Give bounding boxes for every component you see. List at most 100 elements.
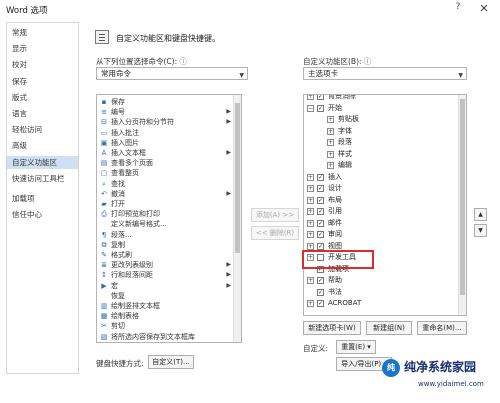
- expand-icon[interactable]: +: [307, 95, 314, 100]
- tree-item[interactable]: − ✓ 开始: [304, 103, 458, 114]
- list-item[interactable]: ↶ 撤消 ▶: [97, 189, 233, 199]
- tree-item[interactable]: + ✓ 设计: [304, 183, 458, 194]
- list-item[interactable]: ⊟ 插入分页符和分节符 ▶: [97, 117, 233, 127]
- choose-commands-dropdown[interactable]: 常用命令 ▼: [96, 67, 248, 80]
- list-item[interactable]: ≣ 更改列表级别 ▶: [97, 260, 233, 270]
- ribbon-tabs-dropdown[interactable]: 主选项卡 ▼: [303, 67, 467, 80]
- expand-icon[interactable]: +: [307, 300, 314, 307]
- remove-button[interactable]: << 删除(R): [251, 226, 299, 240]
- list-item[interactable]: ▭ 插入批注: [97, 128, 233, 138]
- sidebar-item[interactable]: 轻松访问: [7, 123, 78, 136]
- expand-icon[interactable]: +: [307, 219, 314, 227]
- tab-checkbox[interactable]: ✓: [317, 208, 324, 215]
- commands-scrollbar[interactable]: [233, 95, 241, 342]
- expand-icon[interactable]: +: [307, 196, 314, 204]
- expand-icon[interactable]: +: [307, 208, 314, 215]
- sidebar-item[interactable]: 自定义功能区: [7, 155, 78, 169]
- list-item[interactable]: ▧ 将所选内容保存到文本框库: [97, 332, 233, 342]
- list-item[interactable]: 定义新编号格式...: [97, 219, 233, 229]
- ribbon-tree[interactable]: + ✓ 背景消除 − ✓ 开始 + 剪贴板 + 字体 + 段落 + 样式 + 编辑 + ✓ 插入 + ✓ 设计 + ✓ 布局 + ✓…: [303, 94, 467, 316]
- list-item[interactable]: ↕ 行和段落间距 ▶: [97, 270, 233, 280]
- tree-item[interactable]: + 段落: [304, 137, 458, 148]
- tree-item[interactable]: + 字体: [304, 126, 458, 137]
- tab-checkbox[interactable]: ✓: [317, 231, 324, 238]
- new-tab-button[interactable]: 新建选项卡(W): [303, 321, 361, 335]
- expand-icon[interactable]: +: [307, 231, 314, 238]
- expand-icon[interactable]: +: [307, 242, 314, 250]
- list-item[interactable]: ¶ 段落...: [97, 230, 233, 240]
- tree-item[interactable]: + 样式: [304, 149, 458, 160]
- tab-checkbox[interactable]: ✓: [317, 185, 324, 192]
- tree-item[interactable]: + ✓ 邮件: [304, 218, 458, 229]
- expand-icon[interactable]: +: [327, 127, 334, 135]
- sidebar-item[interactable]: 高级: [7, 139, 78, 152]
- list-item[interactable]: ▦ 绘制表格: [97, 311, 233, 321]
- sidebar-item[interactable]: 语言: [7, 107, 78, 120]
- tab-checkbox[interactable]: ✓: [317, 196, 324, 204]
- sidebar-item[interactable]: 版式: [7, 91, 78, 104]
- customize-shortcuts-button[interactable]: 自定义(T)...: [148, 355, 194, 369]
- tab-checkbox[interactable]: ✓: [317, 95, 324, 100]
- tree-item[interactable]: + ✓ 布局: [304, 195, 458, 206]
- expand-icon[interactable]: +: [307, 277, 314, 284]
- tree-item[interactable]: + ✓ 引用: [304, 206, 458, 217]
- list-item[interactable]: ⌕ 查找: [97, 179, 233, 189]
- list-item[interactable]: A 插入文本框 ▶: [97, 148, 233, 158]
- list-item[interactable]: ▢ 查看整页: [97, 168, 233, 178]
- scrollbar-thumb[interactable]: [460, 99, 465, 295]
- commands-list[interactable]: ▪ 保存 ≡ 编号 ▶ ⊟ 插入分页符和分节符 ▶ ▭ 插入批注 ▣ 插入图片 A 插入文本框 ▶ ▤ 查看多个…: [96, 94, 242, 343]
- ribbon-tree-scrollbar[interactable]: [458, 95, 466, 315]
- reset-button[interactable]: 重置(E) ▾: [336, 340, 376, 354]
- help-icon[interactable]: ?: [448, 2, 468, 18]
- add-button[interactable]: 添加(A) >>: [251, 208, 299, 222]
- tab-checkbox[interactable]: ✓: [317, 173, 324, 181]
- collapse-icon[interactable]: −: [307, 104, 314, 112]
- list-item[interactable]: ▰ 打开: [97, 199, 233, 209]
- sidebar-item[interactable]: 显示: [7, 42, 78, 55]
- list-item[interactable]: ⧉ 复制: [97, 240, 233, 250]
- list-item[interactable]: ⎙ 打印预览和打印: [97, 209, 233, 219]
- sidebar-item[interactable]: 加载项: [7, 192, 78, 205]
- expand-icon[interactable]: +: [327, 116, 334, 123]
- tree-item[interactable]: + ✓ 背景消除: [304, 95, 458, 102]
- tree-item[interactable]: + ✓ 帮助: [304, 275, 458, 286]
- tab-checkbox[interactable]: ✓: [317, 219, 324, 227]
- move-up-button[interactable]: ▲: [474, 208, 487, 221]
- expand-icon[interactable]: +: [307, 185, 314, 192]
- scrollbar-thumb[interactable]: [235, 103, 240, 253]
- new-group-button[interactable]: 新建组(N): [366, 321, 412, 335]
- sidebar-item[interactable]: 校对: [7, 58, 78, 71]
- tree-item[interactable]: + ✓ ACROBAT: [304, 298, 458, 309]
- sidebar-item[interactable]: 信任中心: [7, 208, 78, 221]
- tree-item[interactable]: ✓ 书法: [304, 287, 458, 298]
- list-item[interactable]: ▶ 宏 ▶: [97, 281, 233, 291]
- expand-icon[interactable]: +: [327, 139, 334, 146]
- sidebar-item[interactable]: 快速访问工具栏: [7, 172, 78, 185]
- expand-icon[interactable]: +: [327, 150, 334, 158]
- list-item[interactable]: ▪ 保存: [97, 97, 233, 107]
- tab-checkbox[interactable]: ✓: [317, 288, 324, 296]
- list-item[interactable]: ✂ 剪切: [97, 321, 233, 331]
- tab-checkbox[interactable]: ✓: [317, 242, 324, 250]
- list-item[interactable]: 恢复: [97, 291, 233, 301]
- tab-checkbox[interactable]: ✓: [317, 300, 324, 307]
- tree-item[interactable]: + 编辑: [304, 160, 458, 171]
- rename-button[interactable]: 重命名(M)...: [417, 321, 467, 335]
- tab-checkbox[interactable]: ✓: [317, 104, 324, 112]
- tree-item[interactable]: + ✓ 插入: [304, 172, 458, 183]
- tree-item[interactable]: + ✓ 审阅: [304, 229, 458, 240]
- command-icon: ↶: [101, 189, 107, 198]
- list-item[interactable]: ✎ 格式刷: [97, 250, 233, 260]
- list-item[interactable]: ▥ 绘制竖排文本框: [97, 301, 233, 311]
- expand-icon[interactable]: +: [327, 162, 334, 169]
- expand-icon[interactable]: +: [307, 173, 314, 181]
- list-item[interactable]: ▤ 查看多个页面: [97, 158, 233, 168]
- list-item[interactable]: ▣ 插入图片: [97, 138, 233, 148]
- tab-checkbox[interactable]: ✓: [317, 277, 324, 284]
- list-item[interactable]: ≡ 编号 ▶: [97, 107, 233, 117]
- tree-item[interactable]: + 剪贴板: [304, 114, 458, 125]
- move-down-button[interactable]: ▼: [474, 224, 487, 237]
- sidebar-item[interactable]: 常规: [7, 26, 78, 39]
- sidebar-item[interactable]: 保存: [7, 75, 78, 88]
- close-icon[interactable]: ✕: [474, 2, 494, 18]
